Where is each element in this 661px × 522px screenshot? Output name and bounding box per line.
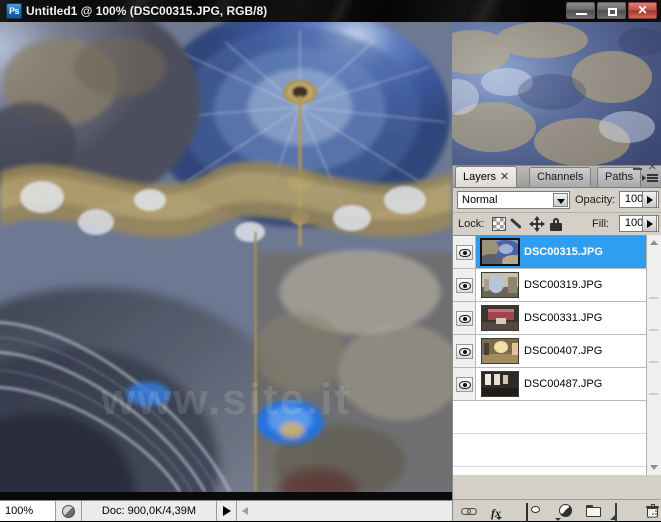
canvas-image-right-part bbox=[452, 22, 661, 165]
eye-icon[interactable] bbox=[455, 277, 473, 293]
canvas-image-dome-ceiling: www.site.it bbox=[0, 22, 452, 492]
lock-label: Lock: bbox=[458, 218, 485, 230]
layer-style-fx-icon[interactable]: fx bbox=[491, 506, 502, 520]
add-layer-mask-icon[interactable] bbox=[526, 503, 540, 522]
eye-icon[interactable] bbox=[455, 343, 473, 359]
new-layer-icon[interactable] bbox=[610, 503, 617, 522]
proof-colors-icon[interactable] bbox=[56, 501, 82, 521]
layer-thumbnail[interactable] bbox=[481, 338, 519, 364]
lock-transparent-pixels-icon[interactable] bbox=[492, 217, 506, 231]
photoshop-window: Ps Untitled1 @ 100% (DSC00315.JPG, RGB/8… bbox=[0, 0, 661, 522]
layer-list-empty-area bbox=[453, 467, 660, 475]
opacity-spinner-icon[interactable] bbox=[642, 191, 657, 208]
maximize-button[interactable] bbox=[597, 2, 626, 19]
status-bar: 100% Doc: 900,0K/4,39M bbox=[0, 500, 452, 521]
zoom-level-field[interactable]: 100% bbox=[0, 501, 56, 521]
layers-panel-toolbar: fx bbox=[453, 499, 660, 522]
layer-name: DSC00407.JPG bbox=[524, 345, 603, 357]
layer-thumbnail-cell bbox=[476, 238, 524, 266]
layer-row-dsc00315[interactable]: DSC00315.JPG bbox=[453, 236, 660, 269]
layer-list[interactable]: DSC00315.JPG DSC00319.JPG DSC00331.JPG D… bbox=[453, 235, 660, 475]
tab-layers[interactable]: Layers ✕ bbox=[455, 166, 518, 187]
layer-visibility-toggle[interactable] bbox=[453, 368, 476, 400]
close-icon: ✕ bbox=[637, 3, 648, 17]
horizontal-scrollbar[interactable] bbox=[237, 501, 452, 521]
layer-thumbnail-cell bbox=[476, 305, 524, 331]
layer-list-empty-area bbox=[453, 401, 660, 434]
layer-name: DSC00315.JPG bbox=[524, 246, 603, 258]
chevron-down-icon[interactable] bbox=[553, 193, 568, 207]
layer-name: DSC00487.JPG bbox=[524, 378, 603, 390]
opacity-label: Opacity: bbox=[575, 194, 616, 206]
blend-mode-row: Normal Opacity: 100% bbox=[453, 188, 661, 213]
panel-minimize-icon[interactable] bbox=[633, 168, 642, 170]
scroll-up-arrow-icon[interactable] bbox=[647, 235, 661, 249]
layer-row-dsc00487[interactable]: DSC00487.JPG bbox=[453, 368, 660, 401]
layer-name: DSC00319.JPG bbox=[524, 279, 603, 291]
lock-row: Lock: Fill: 100% bbox=[453, 213, 661, 236]
layer-thumbnail[interactable] bbox=[481, 305, 519, 331]
tab-layers-label: Layers bbox=[463, 171, 497, 183]
layer-row-dsc00407[interactable]: DSC00407.JPG bbox=[453, 335, 660, 368]
minimize-button[interactable] bbox=[566, 2, 595, 19]
window-title: Untitled1 @ 100% (DSC00315.JPG, RGB/8) bbox=[26, 4, 268, 18]
fill-label: Fill: bbox=[592, 218, 610, 230]
window-controls: ✕ bbox=[564, 2, 657, 20]
layer-visibility-toggle[interactable] bbox=[453, 335, 476, 367]
layer-thumbnail-cell bbox=[476, 338, 524, 364]
layer-thumbnail[interactable] bbox=[480, 238, 520, 266]
photoshop-icon: Ps bbox=[6, 3, 22, 19]
fill-spinner-icon[interactable] bbox=[642, 215, 657, 232]
layer-list-scrollbar[interactable] bbox=[646, 235, 661, 475]
eye-icon[interactable] bbox=[455, 376, 473, 392]
blend-mode-value: Normal bbox=[462, 194, 498, 206]
close-button[interactable]: ✕ bbox=[628, 2, 657, 19]
eye-icon[interactable] bbox=[455, 310, 473, 326]
tab-close-icon[interactable]: ✕ bbox=[500, 171, 509, 183]
document-canvas[interactable]: www.site.it bbox=[0, 22, 452, 500]
layer-thumbnail-cell bbox=[476, 371, 524, 397]
layer-row-dsc00331[interactable]: DSC00331.JPG bbox=[453, 302, 660, 335]
status-menu-arrow-icon[interactable] bbox=[217, 501, 237, 521]
title-bar[interactable]: Ps Untitled1 @ 100% (DSC00315.JPG, RGB/8… bbox=[0, 0, 661, 22]
scroll-left-arrow-icon bbox=[242, 507, 248, 515]
eye-icon[interactable] bbox=[455, 244, 473, 260]
layer-row-dsc00319[interactable]: DSC00319.JPG bbox=[453, 269, 660, 302]
layer-visibility-toggle[interactable] bbox=[453, 302, 476, 334]
panel-menu-icon[interactable] bbox=[642, 172, 658, 184]
layer-thumbnail[interactable] bbox=[481, 272, 519, 298]
tab-channels-label: Channels bbox=[537, 171, 584, 183]
blend-mode-select[interactable]: Normal bbox=[457, 191, 570, 209]
document-size-info: Doc: 900,0K/4,39M bbox=[82, 501, 217, 521]
resize-grip-icon[interactable] bbox=[649, 510, 658, 519]
layer-visibility-toggle[interactable] bbox=[453, 269, 476, 301]
panel-tab-bar: Layers ✕ Channels Paths ✕ bbox=[453, 162, 661, 188]
layer-name: DSC00331.JPG bbox=[524, 312, 603, 324]
canvas-bottom-edge bbox=[0, 492, 452, 500]
layer-thumbnail-cell bbox=[476, 272, 524, 298]
tab-channels[interactable]: Channels bbox=[529, 167, 592, 187]
layer-visibility-toggle[interactable] bbox=[453, 236, 476, 268]
layers-panel: Layers ✕ Channels Paths ✕ Normal Opacity… bbox=[452, 162, 661, 522]
layer-list-empty-area bbox=[453, 434, 660, 467]
scroll-down-arrow-icon[interactable] bbox=[647, 461, 661, 475]
layer-thumbnail[interactable] bbox=[481, 371, 519, 397]
